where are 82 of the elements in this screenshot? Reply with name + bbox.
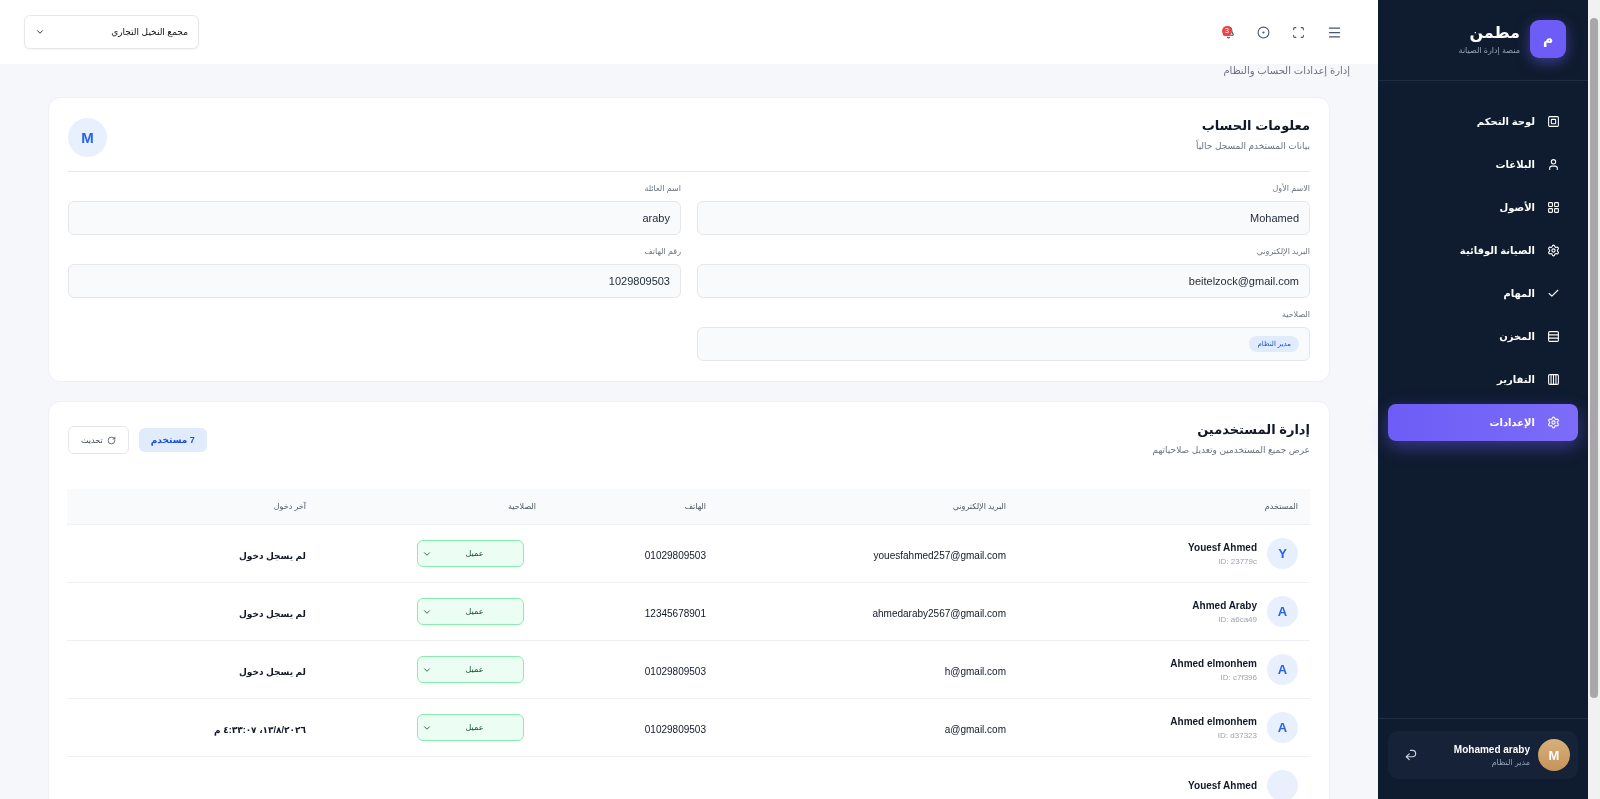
organization-select[interactable]: مجمع النخيل التجاري	[24, 15, 199, 49]
nav-item[interactable]: التقارير	[1388, 361, 1578, 398]
refresh-button[interactable]: تحديث	[68, 426, 129, 454]
logo: م	[1530, 20, 1566, 58]
card-title: إدارة المستخدمين	[1196, 422, 1310, 437]
user-name: Ahmed elmonhem	[1170, 715, 1257, 727]
account-avatar: M	[68, 118, 107, 157]
fullscreen-button[interactable]	[1292, 25, 1305, 39]
field-label: رقم الهاتف	[643, 247, 681, 256]
user-id: ID: 23779c	[1218, 556, 1257, 566]
user-name: Youesf Ahmed	[1188, 541, 1257, 553]
email-cell: h@gmail.com	[944, 665, 1006, 677]
user-id: ID: a6ca49	[1218, 614, 1257, 624]
column-header: المستخدم	[1263, 502, 1298, 511]
nav-item[interactable]: الأصول	[1388, 189, 1578, 226]
column-header: البريد الإلكتروني	[951, 502, 1006, 511]
list-icon	[1547, 330, 1560, 343]
role-select[interactable]: عميل	[417, 714, 524, 741]
user-avatar: A	[1267, 712, 1298, 743]
user-id: ID: d37323	[1217, 730, 1257, 740]
user-name: Mohamed araby	[1452, 743, 1530, 755]
record-button[interactable]	[1257, 25, 1270, 39]
refresh-icon	[106, 435, 116, 445]
scrollbar[interactable]	[1588, 0, 1600, 799]
field-label: البريد الإلكتروني	[1255, 247, 1310, 256]
last-login-cell: لم يسجل دخول	[238, 608, 306, 619]
field-label: اسم العائلة	[643, 184, 681, 193]
nav-item[interactable]: الإعدادات	[1388, 404, 1578, 441]
role-select[interactable]: عميل	[417, 598, 524, 625]
email-cell: a@gmail.com	[944, 723, 1006, 735]
check-icon	[1547, 287, 1560, 300]
role-select[interactable]: عميل	[417, 540, 524, 567]
user-avatar: A	[1267, 596, 1298, 627]
nav-item[interactable]: المخزن	[1388, 318, 1578, 355]
column-header: الهاتف	[683, 502, 706, 511]
field-label: الصلاحية	[1280, 310, 1310, 319]
user-name: Ahmed elmonhem	[1170, 657, 1257, 669]
chevron-icon	[35, 27, 45, 37]
app-title: مطمن	[1468, 23, 1520, 42]
phone-cell: 12345678901	[644, 607, 706, 619]
card-subtitle: عرض جميع المستخدمين وتعديل صلاحياتهم	[1152, 445, 1310, 455]
logout-button[interactable]	[1404, 748, 1418, 762]
grid-icon	[1547, 201, 1560, 214]
gear-icon	[1547, 244, 1560, 257]
nav-item[interactable]: لوحة التحكم	[1388, 103, 1578, 140]
user-avatar: M	[1538, 739, 1570, 771]
app-subtitle: منصة إدارة الصيانة	[1458, 46, 1520, 55]
arrow-icon	[1404, 748, 1418, 762]
phone-cell: 01029809503	[644, 723, 706, 735]
email-cell: youesfahmed257@gmail.com	[873, 549, 1006, 561]
phone-cell: 01029809503	[644, 549, 706, 561]
input-field[interactable]: araby	[68, 201, 681, 235]
page-subtitle: إدارة إعدادات الحساب والنظام	[1222, 64, 1350, 79]
card-subtitle: بيانات المستخدم المسجل حالياً	[1195, 141, 1310, 151]
last-login-cell: لم يسجل دخول	[238, 550, 306, 561]
user-name: Ahmed Araby	[1192, 599, 1257, 611]
email-cell: ahmedaraby2567@gmail.com	[872, 607, 1006, 619]
input-field[interactable]: beitelzock@gmail.com	[697, 264, 1310, 298]
user-count-badge: 7 مستخدم	[138, 428, 207, 452]
field-label: الاسم الأول	[1271, 184, 1310, 193]
user-avatar: A	[1267, 654, 1298, 685]
column-header: آخر دخول	[272, 502, 306, 511]
gear-icon	[1547, 416, 1560, 429]
user-id: ID: c7f396	[1220, 672, 1257, 682]
phone-cell: 01029809503	[644, 665, 706, 677]
role-select[interactable]: عميل	[417, 656, 524, 683]
columns-icon	[1547, 373, 1560, 386]
user-role: مدير النظام	[1490, 757, 1530, 767]
user-icon	[1547, 158, 1560, 171]
input-field[interactable]: Mohamed	[697, 201, 1310, 235]
nav-item[interactable]: البلاغات	[1388, 146, 1578, 183]
menu-button[interactable]	[1327, 24, 1342, 40]
last-login-cell: ١٣/٨/٢٠٢٦، ٤:٣٣:٠٧ م	[214, 724, 306, 735]
user-name: Youesf Ahmed	[1188, 780, 1257, 791]
last-login-cell: لم يسجل دخول	[238, 666, 306, 677]
square-icon	[1547, 115, 1560, 128]
user-avatar: Y	[1267, 538, 1298, 569]
input-field[interactable]: 1029809503	[68, 264, 681, 298]
nav-item[interactable]: المهام	[1388, 275, 1578, 312]
card-title: معلومات الحساب	[1200, 118, 1310, 133]
nav-item[interactable]: الصيانة الوقائية	[1388, 232, 1578, 269]
column-header: الصلاحية	[506, 502, 536, 511]
